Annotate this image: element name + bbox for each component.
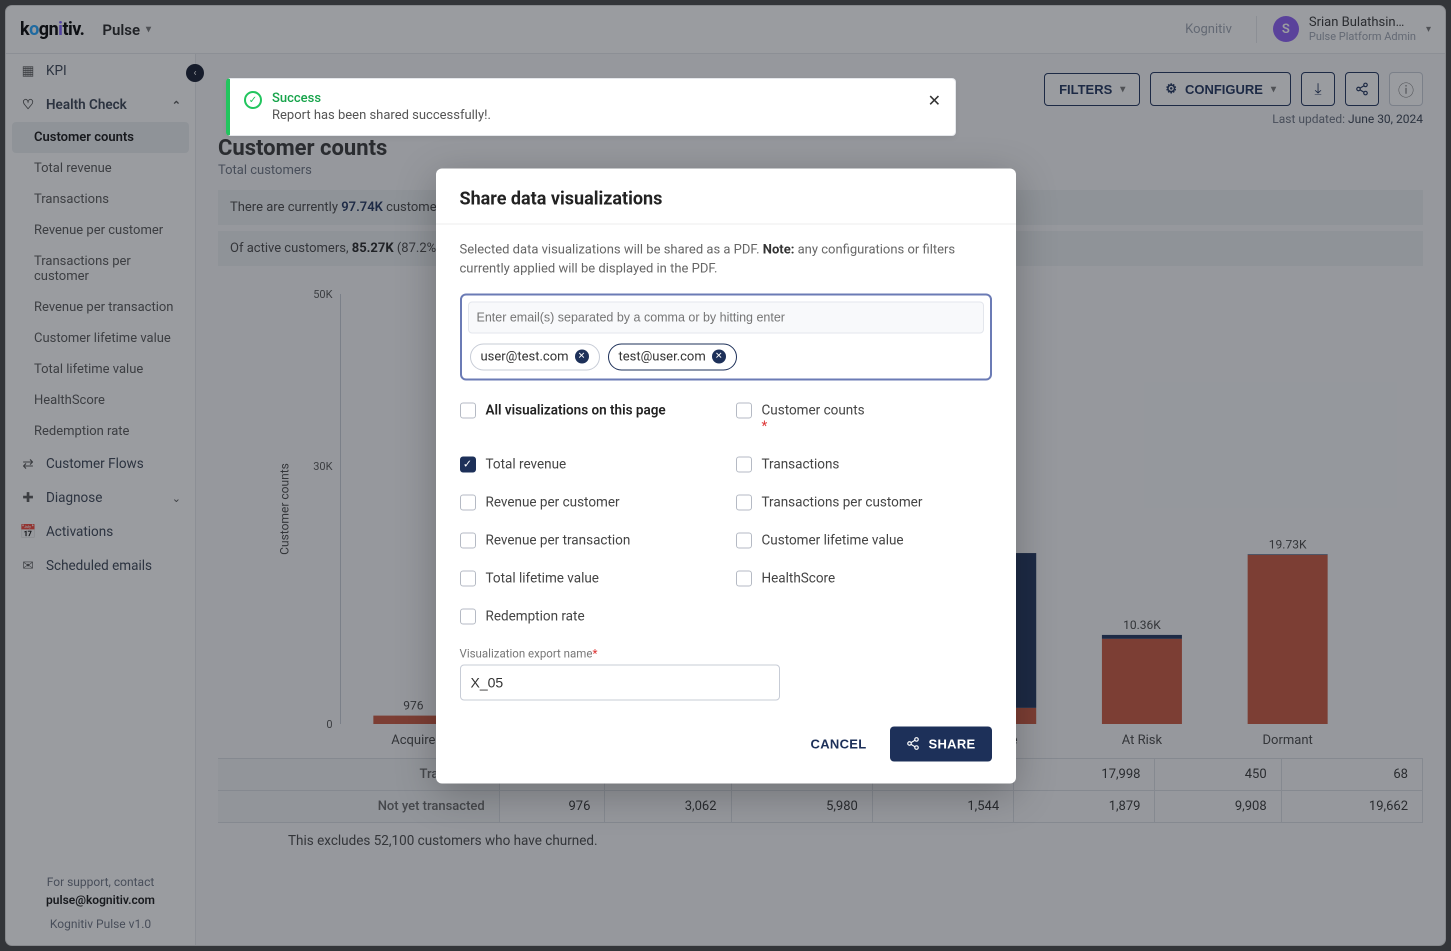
checkbox-icon	[460, 570, 476, 586]
checkbox-icon	[736, 570, 752, 586]
email-chip[interactable]: test@user.com✕	[608, 343, 737, 370]
checkbox-icon	[460, 402, 476, 418]
export-name-label: Visualization export name*	[460, 646, 992, 660]
checkbox-transactions[interactable]: Transactions	[736, 456, 992, 472]
checkbox-total-lifetime-value[interactable]: Total lifetime value	[460, 570, 716, 586]
toast-success: ✓ Success Report has been shared success…	[226, 78, 956, 136]
checkbox-all-visualizations-on-this-page[interactable]: All visualizations on this page	[460, 402, 716, 434]
toast-title: Success	[272, 91, 491, 106]
remove-chip-icon[interactable]: ✕	[575, 350, 589, 364]
checkbox-icon: ✓	[460, 456, 476, 472]
checkbox-icon	[460, 608, 476, 624]
toast-message: Report has been shared successfully!.	[272, 108, 491, 123]
checkbox-icon	[460, 532, 476, 548]
check-circle-icon: ✓	[244, 91, 262, 109]
checkbox-transactions-per-customer[interactable]: Transactions per customer	[736, 494, 992, 510]
cancel-button[interactable]: CANCEL	[805, 735, 873, 752]
email-chip[interactable]: user@test.com✕	[470, 343, 600, 370]
checkbox-total-revenue[interactable]: ✓Total revenue	[460, 456, 716, 472]
modal-title: Share data visualizations	[460, 188, 992, 209]
checkbox-icon	[460, 494, 476, 510]
share-modal: Share data visualizations Selected data …	[436, 168, 1016, 783]
checkbox-icon	[736, 532, 752, 548]
checkbox-redemption-rate[interactable]: Redemption rate	[460, 608, 716, 624]
email-input[interactable]	[468, 301, 984, 333]
checkbox-customer-lifetime-value[interactable]: Customer lifetime value	[736, 532, 992, 548]
modal-description: Selected data visualizations will be sha…	[460, 240, 992, 279]
export-name-input[interactable]	[460, 664, 780, 700]
checkbox-revenue-per-customer[interactable]: Revenue per customer	[460, 494, 716, 510]
remove-chip-icon[interactable]: ✕	[712, 350, 726, 364]
checkbox-icon	[736, 402, 752, 418]
email-input-box[interactable]: user@test.com✕ test@user.com✕	[460, 293, 992, 380]
close-icon[interactable]: ✕	[928, 91, 941, 110]
checkbox-revenue-per-transaction[interactable]: Revenue per transaction	[460, 532, 716, 548]
checkbox-icon	[736, 456, 752, 472]
checkbox-healthscore[interactable]: HealthScore	[736, 570, 992, 586]
checkbox-customer-counts[interactable]: Customer counts*	[736, 402, 992, 434]
checkbox-icon	[736, 494, 752, 510]
share-submit-button[interactable]: SHARE	[890, 726, 991, 761]
